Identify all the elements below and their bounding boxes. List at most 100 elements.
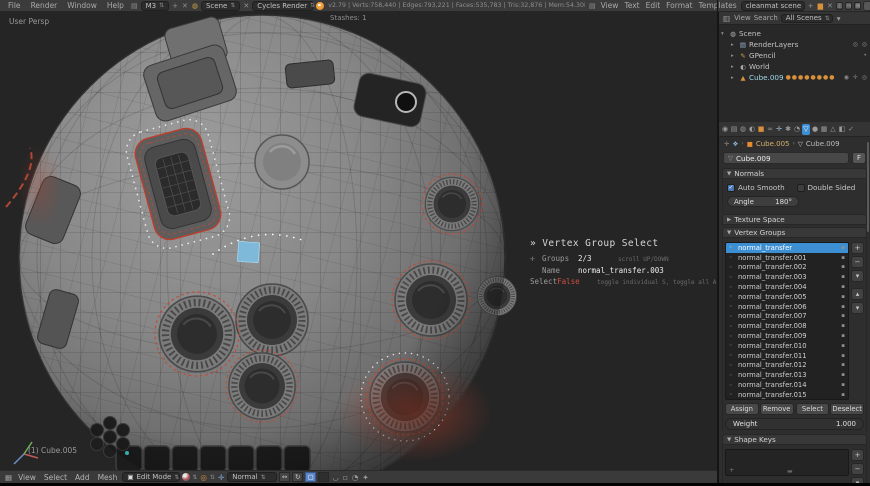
tree-row-scene[interactable]: ▾ ◍ Scene <box>721 28 868 39</box>
angle-slider[interactable]: Angle 180° <box>727 196 799 207</box>
select-button[interactable]: Select <box>795 403 830 415</box>
tab-render-icon[interactable]: ◉ <box>721 124 729 135</box>
filter-icon[interactable]: ▾ <box>836 14 842 23</box>
breadcrumb-object[interactable]: Cube.005 <box>756 140 790 148</box>
lock-icon[interactable]: ▪ <box>841 382 845 388</box>
remove-shape-key-button[interactable]: − <box>851 463 864 475</box>
tab-material-icon[interactable]: ● <box>811 124 819 135</box>
add-menu[interactable]: Add <box>72 473 93 482</box>
text-menu-view[interactable]: View <box>599 1 621 10</box>
vertex-group-row[interactable]: ◦ normal_transfer.006 ▪ <box>726 302 848 312</box>
mode-dropdown[interactable]: ▣ Edit Mode ⇅ <box>122 472 181 482</box>
scale-manipulator-button[interactable]: ▢ <box>305 472 317 482</box>
word-wrap-toggle[interactable]: ▤ <box>845 1 853 10</box>
mesh-menu[interactable]: Mesh <box>95 473 121 482</box>
tab-texture-icon[interactable]: ▦ <box>820 124 828 135</box>
lock-icon[interactable]: ▪ <box>841 264 845 270</box>
view-menu[interactable]: View <box>15 473 39 482</box>
lock-icon[interactable]: ▪ <box>841 313 845 319</box>
vertex-groups-panel-header[interactable]: ▼ Vertex Groups <box>722 227 867 238</box>
lock-icon[interactable]: ▪ <box>841 245 845 251</box>
vertex-group-row[interactable]: ◦ normal_transfer ▪ <box>726 243 848 253</box>
translate-manipulator-button[interactable]: ↔ <box>279 472 291 482</box>
tab-renderlayers-icon[interactable]: ▤ <box>730 124 738 135</box>
text-menu-edit[interactable]: Edit <box>644 1 663 10</box>
outliner-view-menu[interactable]: View <box>734 14 751 22</box>
resize-grip[interactable]: ▬ <box>787 468 793 475</box>
proportional-edit-icon[interactable]: ◔ <box>351 473 360 482</box>
editor-type-icon[interactable]: ▥ <box>722 14 731 23</box>
expand-icon[interactable]: ▸ <box>731 53 737 59</box>
vertex-group-row[interactable]: ◦ normal_transfer.009 ▪ <box>726 331 848 341</box>
vertex-group-row[interactable]: ◦ normal_transfer.007 ▪ <box>726 312 848 322</box>
snap-magnet-icon[interactable]: ◡ <box>331 473 340 482</box>
restrict-toggles[interactable]: ◉ ✛ ◎ <box>844 74 868 81</box>
syntax-highlight-toggle[interactable]: ▦ <box>854 1 862 10</box>
vertex-group-row[interactable]: ◦ normal_transfer.004 ▪ <box>726 282 848 292</box>
lock-icon[interactable]: ▪ <box>841 392 845 398</box>
vertex-group-row[interactable]: ◦ normal_transfer.013 ▪ <box>726 370 848 380</box>
tree-row-gpencil[interactable]: ▸ ✎ GPencil • <box>721 50 868 61</box>
vertex-group-row[interactable]: ◦ normal_transfer.015 ▪ <box>726 390 848 399</box>
scene-dropdown[interactable]: Scene ⇅ <box>200 0 241 11</box>
unlink-text-button[interactable]: ✕ <box>826 2 834 10</box>
tab-object-data-icon[interactable]: ▽ <box>802 123 810 135</box>
breadcrumb-data[interactable]: Cube.009 <box>806 140 840 148</box>
tab-particles-icon[interactable]: ✱ <box>784 124 792 135</box>
snap-element-icon[interactable]: ▫ <box>342 473 349 482</box>
add-layout-button[interactable]: + <box>171 2 179 10</box>
manipulator-toggle-icon[interactable]: ✛ <box>217 473 225 482</box>
lock-icon[interactable]: ▪ <box>841 333 845 339</box>
restrict-toggles[interactable]: ◎ ◎ <box>853 41 868 48</box>
lock-icon[interactable]: ▪ <box>841 284 845 290</box>
add-vertex-group-button[interactable]: + <box>851 242 864 254</box>
move-group-down-button[interactable]: ▾ <box>851 302 864 314</box>
vertex-group-row[interactable]: ◦ normal_transfer.012 ▪ <box>726 361 848 371</box>
tab-constraints-icon[interactable]: ∞ <box>766 124 774 135</box>
lock-icon[interactable]: ▪ <box>841 362 845 368</box>
move-group-up-button[interactable]: ▴ <box>851 288 864 300</box>
weight-slider[interactable]: Weight 1.000 <box>725 418 864 430</box>
tab-scene-icon[interactable]: ◍ <box>739 124 747 135</box>
text-datablock-dropdown[interactable]: cleanmat scene <box>740 0 805 11</box>
vertex-group-row[interactable]: ◦ normal_transfer.011 ▪ <box>726 351 848 361</box>
deselect-button[interactable]: Deselect <box>830 403 864 415</box>
tab-object-icon[interactable]: ■ <box>757 124 765 135</box>
lock-icon[interactable]: ▪ <box>841 274 845 280</box>
line-numbers-toggle[interactable]: ▥ <box>835 1 844 10</box>
vertex-group-row[interactable]: ◦ normal_transfer.010 ▪ <box>726 341 848 351</box>
pin-icon[interactable]: ✛ <box>724 140 729 148</box>
add-shape-key-button[interactable]: + <box>851 449 864 461</box>
expand-icon[interactable]: ▸ <box>731 42 737 48</box>
vertex-group-row[interactable]: ◦ normal_transfer.003 ▪ <box>726 272 848 282</box>
lock-icon[interactable]: ▪ <box>841 323 845 329</box>
lock-icon[interactable]: ▪ <box>841 294 845 300</box>
tab-world-icon[interactable]: ◐ <box>748 124 756 135</box>
text-menu-format[interactable]: Format <box>664 1 694 10</box>
pivot-point-icon[interactable]: ◎ <box>199 473 208 482</box>
lock-icon[interactable]: ▪ <box>841 343 845 349</box>
lock-icon[interactable]: ▪ <box>841 353 845 359</box>
lock-icon[interactable]: ▪ <box>841 255 845 261</box>
expand-icon[interactable]: ▸ <box>731 64 737 70</box>
tab-physics-icon[interactable]: ◔ <box>793 124 801 135</box>
editor-type-icon[interactable]: ▤ <box>588 2 597 10</box>
screen-layout-dropdown[interactable]: M3 ⇅ <box>140 0 170 11</box>
outliner-search-menu[interactable]: Search <box>754 14 778 22</box>
menu-file[interactable]: File <box>4 1 25 10</box>
render-engine-dropdown[interactable]: Cycles Render ⇅ <box>252 0 315 11</box>
lock-icon[interactable]: ▪ <box>841 372 845 378</box>
double-sided-checkbox[interactable]: Double Sided <box>796 183 863 192</box>
run-script-button[interactable]: Run Script <box>863 0 870 11</box>
tab-misc-icon[interactable]: ✓ <box>847 124 855 135</box>
fake-user-button[interactable]: F <box>852 152 866 164</box>
tree-row-renderlayers[interactable]: ▸ ▤ RenderLayers ◎ ◎ <box>721 39 868 50</box>
vertex-group-row[interactable]: ◦ normal_transfer.014 ▪ <box>726 380 848 390</box>
auto-smooth-checkbox[interactable]: ✓ Auto Smooth <box>727 183 793 192</box>
expand-icon[interactable]: ▸ <box>731 75 737 81</box>
shape-keys-panel-header[interactable]: ▼ Shape Keys <box>722 434 867 445</box>
orientation-dropdown[interactable]: Normal ⇅ <box>227 472 278 482</box>
text-menu-text[interactable]: Text <box>622 1 641 10</box>
vertex-group-row[interactable]: ◦ normal_transfer.002 ▪ <box>726 263 848 273</box>
assign-button[interactable]: Assign <box>725 403 759 415</box>
